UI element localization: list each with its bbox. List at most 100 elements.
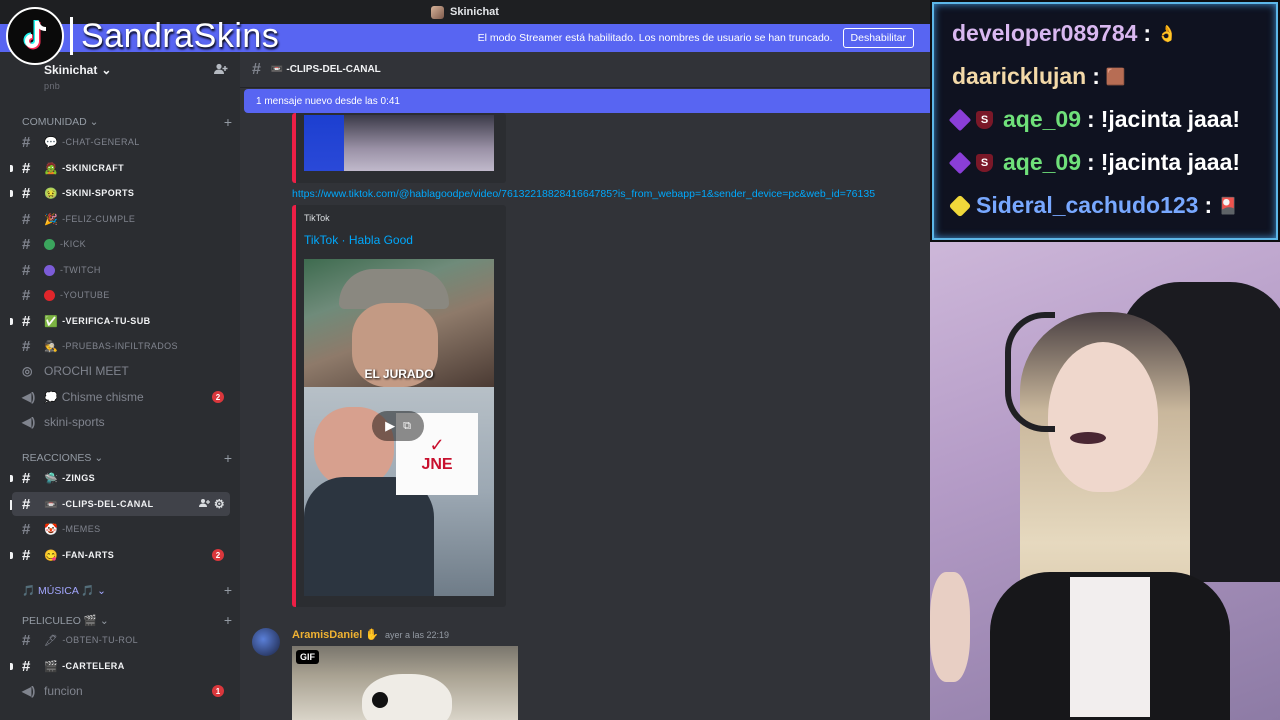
channel-emoji: 🕵 bbox=[44, 340, 59, 353]
hash-icon: # bbox=[22, 235, 31, 253]
headphones bbox=[1005, 312, 1055, 432]
embed-title-link[interactable]: TikTok · Habla Good bbox=[304, 233, 413, 247]
channel-emoji: 🛸 bbox=[44, 472, 59, 485]
video-thumbnail[interactable]: EL JURADO ✓ JNE ▶ ⧉ bbox=[304, 259, 494, 596]
crown-icon: ✋ bbox=[365, 629, 380, 641]
channel-emoji: 🎉 bbox=[44, 213, 59, 226]
author-name[interactable]: AramisDaniel bbox=[292, 629, 362, 641]
lips bbox=[1070, 432, 1106, 444]
channel-label: OROCHI MEET bbox=[44, 364, 129, 378]
divider bbox=[70, 17, 73, 55]
channel-label: -VERIFICA-TU-SUB bbox=[62, 316, 151, 326]
sidebar-channel-memes[interactable]: # 🤡 -MEMES bbox=[12, 517, 230, 541]
chat-username: Sideral_cachudo123 bbox=[976, 192, 1199, 218]
sidebar-channel-truncated[interactable]: #pnb bbox=[12, 78, 230, 94]
message-header: AramisDaniel ✋ ayer a las 22:19 bbox=[292, 628, 450, 642]
sub-badge-icon bbox=[948, 151, 972, 174]
chat-panel: # 📼 -CLIPS-DEL-CANAL 1 mensaje nuevo des… bbox=[240, 52, 930, 720]
hash-icon: # bbox=[22, 159, 31, 177]
sidebar-channel-skini-sports[interactable]: # 🤢 -SKINI-SPORTS bbox=[12, 181, 230, 205]
tiktok-embed: TikTok TikTok · Habla Good EL JURADO ✓ J… bbox=[292, 205, 506, 607]
white-top bbox=[1070, 577, 1150, 717]
sidebar-channel-zings[interactable]: # 🛸 -ZINGS bbox=[12, 466, 230, 490]
category-comunidad[interactable]: COMUNIDAD ⌄ + bbox=[22, 114, 232, 130]
gif-attachment[interactable]: GIF bbox=[292, 646, 518, 720]
check-icon: ✅ bbox=[44, 315, 59, 328]
channel-emoji: 😋 bbox=[44, 549, 59, 562]
category-peliculeo[interactable]: PELICULEO 🎬 ⌄ + bbox=[22, 612, 232, 628]
hash-icon: # bbox=[22, 312, 31, 330]
sidebar-channel-fan-arts[interactable]: # 😋 -FAN-ARTS 2 bbox=[12, 543, 230, 567]
previous-embed bbox=[292, 113, 506, 183]
sidebar-channel-chat-general[interactable]: # 💬 -CHAT-GENERAL bbox=[12, 130, 230, 154]
channel-label: -MEMES bbox=[62, 524, 101, 534]
chat-message: !jacinta jaaa! bbox=[1100, 149, 1241, 175]
channel-label: -CLIPS-DEL-CANAL bbox=[62, 499, 154, 509]
chat-username: aqe_09 bbox=[1003, 149, 1082, 175]
gem-badge-icon bbox=[948, 194, 972, 217]
mention-badge: 2 bbox=[212, 391, 224, 403]
hash-icon: # bbox=[22, 469, 31, 487]
chat-username: aqe_09 bbox=[1003, 106, 1082, 132]
open-external-icon[interactable]: ⧉ bbox=[403, 420, 411, 433]
sidebar-channel-feliz-cumple[interactable]: # 🎉 -FELIZ-CUMPLE bbox=[12, 207, 230, 231]
sidebar-channel-skinicraft[interactable]: # 🧟 -SKINICRAFT bbox=[12, 156, 230, 180]
hash-icon: # bbox=[22, 631, 31, 649]
sidebar-channel-chisme-chisme[interactable]: ◀) 💭 Chisme chisme 2 bbox=[12, 385, 230, 409]
channel-emoji: 🎬 bbox=[44, 660, 59, 673]
chat-line: Saqe_09: !jacinta jaaa! bbox=[948, 149, 1241, 176]
speaker-icon: ◀) bbox=[22, 390, 36, 404]
add-channel-icon[interactable]: + bbox=[224, 582, 232, 598]
hand bbox=[930, 572, 970, 682]
chat-line: daaricklujan: 🟫 bbox=[952, 63, 1126, 89]
invite-icon[interactable] bbox=[198, 498, 210, 510]
channel-label: -FELIZ-CUMPLE bbox=[62, 214, 136, 224]
server-icon bbox=[431, 5, 445, 19]
channel-emoji: 🧟 bbox=[44, 162, 59, 175]
sidebar-channel-cartelera[interactable]: # 🎬 -CARTELERA bbox=[12, 654, 230, 678]
sidebar-channel-obten-tu-rol[interactable]: # 🖋 -OBTEN-TU-ROL bbox=[12, 628, 230, 652]
channel-emoji: 🖋 bbox=[44, 634, 59, 647]
category-reacciones[interactable]: REACCIONES ⌄ + bbox=[22, 450, 232, 466]
message-timestamp: ayer a las 22:19 bbox=[385, 629, 450, 640]
channel-sidebar: Skinichat ⌄ #pnb COMUNIDAD ⌄ + #💬-CHAT-G… bbox=[0, 52, 240, 720]
channel-label: -TWITCH bbox=[60, 265, 101, 275]
category-musica[interactable]: 🎵 MÚSICA 🎵 ⌄ + bbox=[22, 582, 232, 598]
channel-label: -OBTEN-TU-ROL bbox=[62, 635, 139, 645]
add-channel-icon[interactable]: + bbox=[224, 450, 232, 466]
sidebar-channel-youtube[interactable]: # -YOUTUBE bbox=[12, 283, 230, 307]
tiktok-link[interactable]: https://www.tiktok.com/@hablagoodpe/vide… bbox=[292, 188, 875, 200]
thumbnail-top-frame: EL JURADO bbox=[304, 259, 494, 387]
stream-chat-overlay: developer089784: 👌 daaricklujan: 🟫 Saqe_09… bbox=[932, 2, 1278, 240]
add-channel-icon[interactable]: + bbox=[224, 114, 232, 130]
disable-streamer-mode-button[interactable]: Deshabilitar bbox=[842, 28, 914, 48]
avatar[interactable] bbox=[252, 628, 280, 656]
play-button[interactable]: ▶ ⧉ bbox=[372, 411, 424, 441]
channel-header: # 📼 -CLIPS-DEL-CANAL bbox=[240, 52, 930, 88]
sidebar-channel-orochi-meet[interactable]: ◎ OROCHI MEET bbox=[12, 359, 230, 383]
channel-label: -SKINI-SPORTS bbox=[62, 188, 135, 198]
channel-label: -ZINGS bbox=[62, 473, 96, 483]
category-label: 🎵 MÚSICA 🎵 ⌄ bbox=[22, 584, 106, 597]
new-messages-bar[interactable]: 1 mensaje nuevo desde las 0:41 bbox=[244, 89, 930, 113]
sidebar-channel-skini-sports-voice[interactable]: ◀) skini-sports bbox=[12, 410, 230, 434]
red-circle-icon bbox=[44, 289, 55, 301]
sidebar-channel-verifica-tu-sub[interactable]: # ✅ -VERIFICA-TU-SUB bbox=[12, 309, 230, 333]
previous-embed-thumbnail[interactable] bbox=[304, 115, 494, 171]
channel-label: funcion bbox=[44, 684, 83, 698]
category-label: PELICULEO 🎬 ⌄ bbox=[22, 614, 109, 627]
sidebar-channel-pruebas-infiltrados[interactable]: # 🕵 -PRUEBAS-INFILTRADOS bbox=[12, 334, 230, 358]
chat-message: 🟫 bbox=[1105, 68, 1126, 86]
channel-emoji: 💬 bbox=[44, 136, 59, 149]
category-label: COMUNIDAD ⌄ bbox=[22, 116, 99, 128]
gear-icon[interactable]: ⚙ bbox=[214, 497, 225, 511]
sidebar-channel-twitch[interactable]: # -TWITCH bbox=[12, 258, 230, 282]
channel-emoji: 📼 bbox=[44, 498, 59, 511]
streamer-name: SandraSkins bbox=[81, 16, 280, 55]
sidebar-channel-clips-del-canal[interactable]: # 📼 -CLIPS-DEL-CANAL ⚙ bbox=[12, 492, 230, 516]
mention-badge: 1 bbox=[212, 685, 224, 697]
sidebar-channel-funcion[interactable]: ◀) funcion 1 bbox=[12, 679, 230, 703]
add-channel-icon[interactable]: + bbox=[224, 612, 232, 628]
sidebar-channel-kick[interactable]: # -KICK bbox=[12, 232, 230, 256]
hash-icon: # bbox=[22, 261, 31, 279]
